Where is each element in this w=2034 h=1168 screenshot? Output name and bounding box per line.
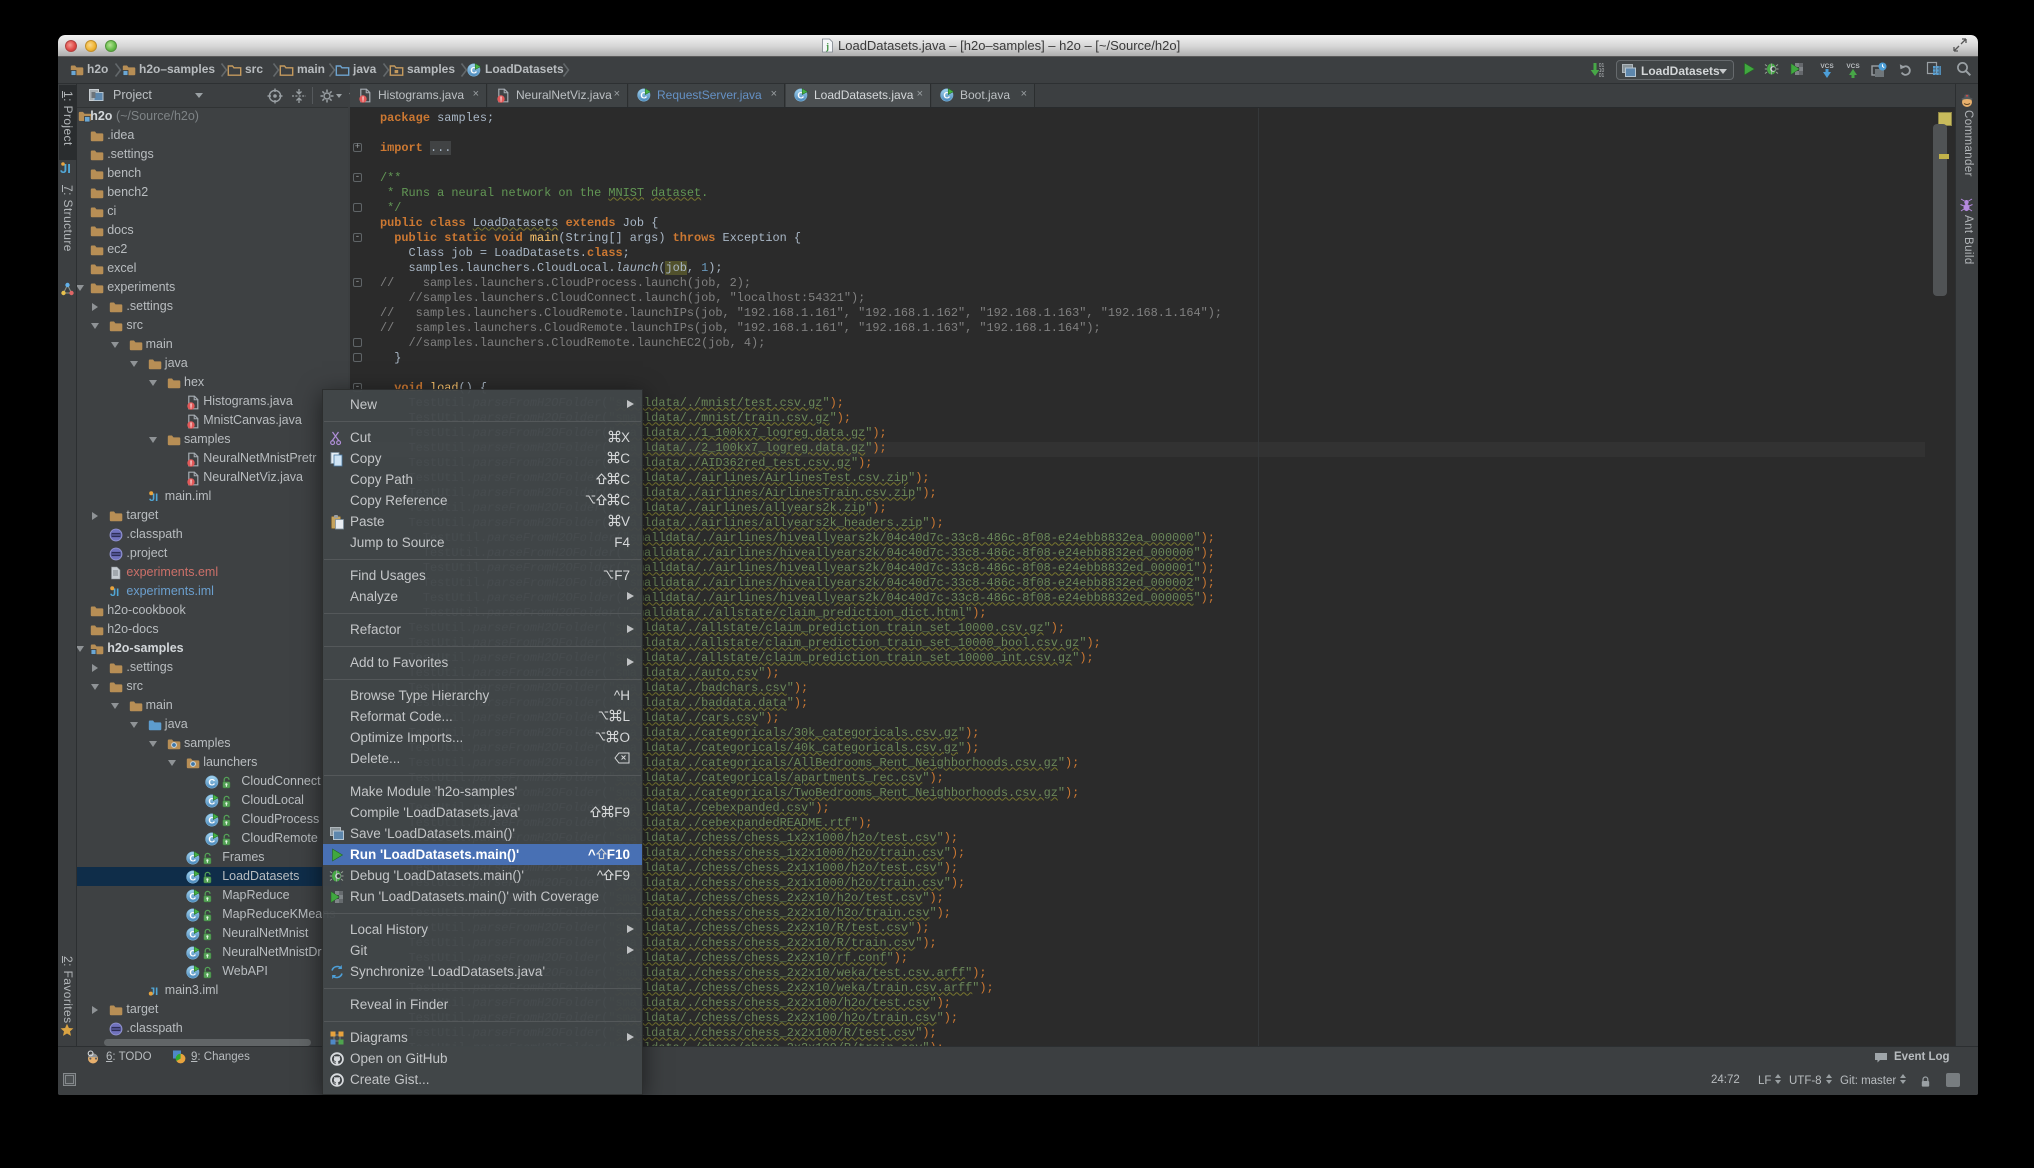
svg-text:!: ! <box>362 97 364 103</box>
svg-text:!: ! <box>500 97 502 103</box>
svg-text:01: 01 <box>1599 73 1605 79</box>
svg-text:!: ! <box>190 403 192 409</box>
svg-text:j: j <box>825 42 829 52</box>
svg-text:!: ! <box>190 460 192 466</box>
svg-text:C: C <box>209 777 216 788</box>
svg-text:VCS: VCS <box>1846 63 1860 70</box>
svg-text:VCS: VCS <box>1820 63 1834 70</box>
svg-text:!: ! <box>190 479 192 485</box>
svg-text:!: ! <box>190 422 192 428</box>
